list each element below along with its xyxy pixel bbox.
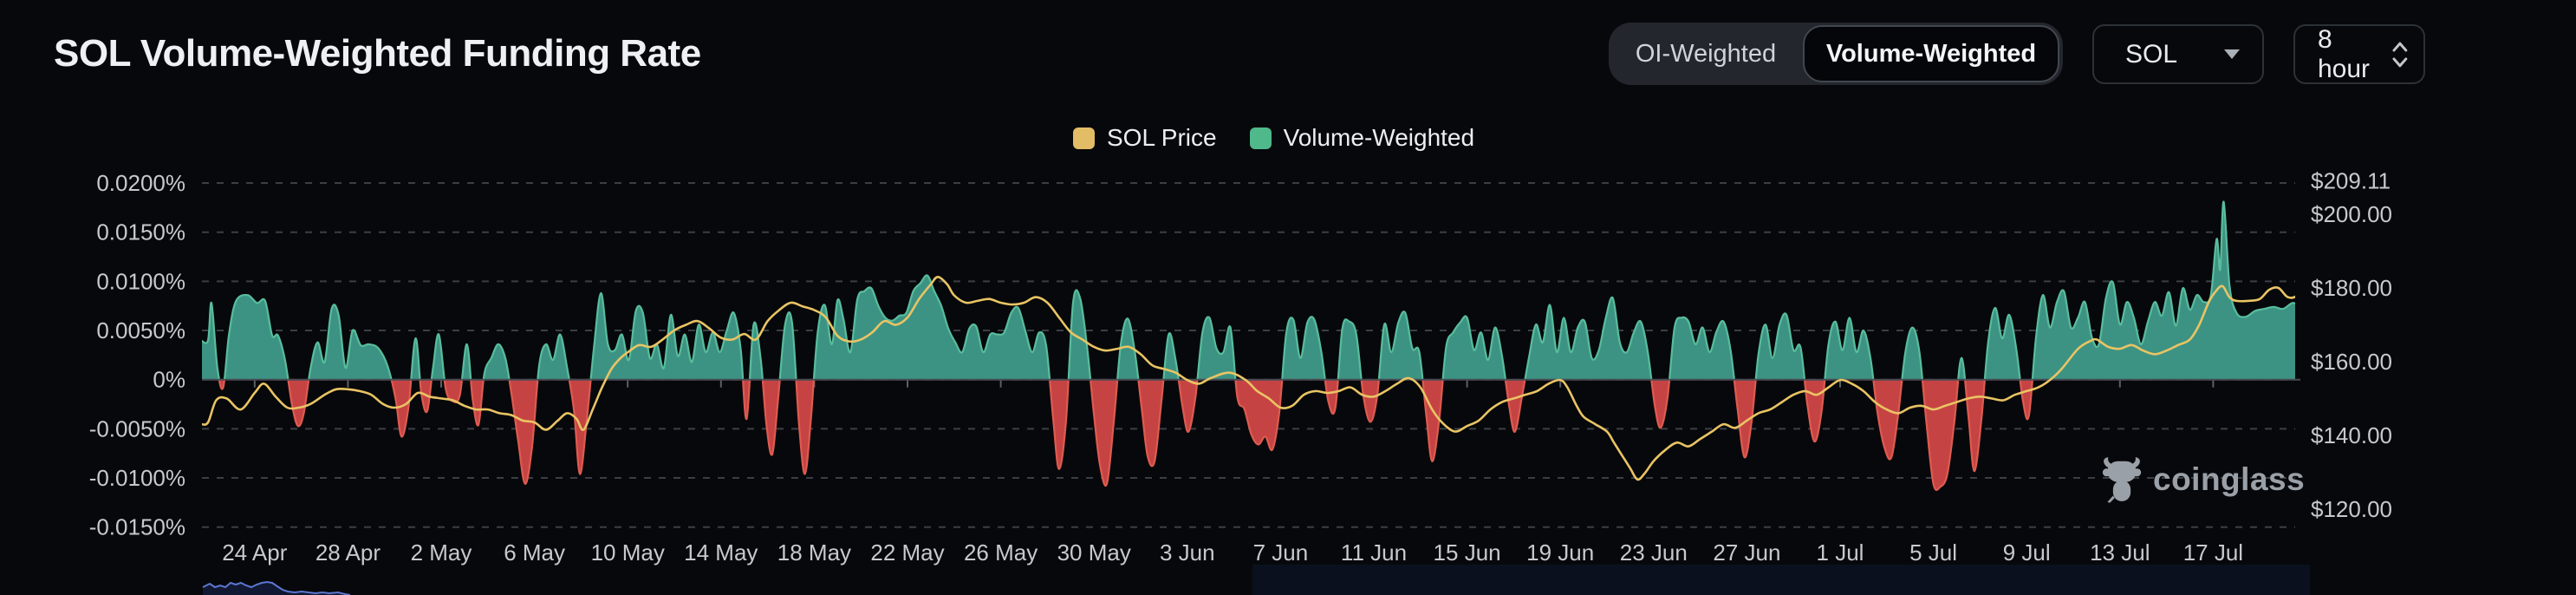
x-axis-tick-label: 11 Jun xyxy=(1341,539,1407,566)
chart-gridlines xyxy=(202,182,2295,528)
x-axis-tick-label: 27 Jun xyxy=(1713,539,1780,566)
y-axis-right-tick-label: $200.00 xyxy=(2311,201,2392,227)
coinglass-bull-icon xyxy=(2102,457,2142,503)
y-axis-left-tick-label: 0.0150% xyxy=(96,219,185,245)
x-axis-tick-label: 2 May xyxy=(411,539,472,566)
x-axis-tick-label: 28 Apr xyxy=(315,539,381,566)
x-axis-tick-label: 1 Jul xyxy=(1817,539,1864,566)
y-axis-left-tick-label: 0.0200% xyxy=(96,170,185,196)
y-axis-left-tick-label: 0% xyxy=(153,367,185,393)
x-axis-tick-label: 10 May xyxy=(591,539,665,566)
y-axis-right-tick-label: $140.00 xyxy=(2311,422,2392,448)
x-axis-tick-label: 7 Jun xyxy=(1253,539,1309,566)
coinglass-watermark-text: coinglass xyxy=(2153,461,2306,497)
x-axis-tick-label: 24 Apr xyxy=(222,539,288,566)
x-axis-tick-label: 13 Jul xyxy=(2090,539,2150,566)
y-axis-right-tick-label: $160.00 xyxy=(2311,349,2392,375)
y-axis-right-tick-label: $180.00 xyxy=(2311,275,2392,301)
y-axis-right-tick-label: $120.00 xyxy=(2311,496,2392,522)
x-axis-tick-label: 30 May xyxy=(1057,539,1131,566)
y-axis-left-tick-label: -0.0100% xyxy=(89,465,185,491)
y-axis-left-tick-label: 0.0050% xyxy=(96,317,185,343)
x-axis-tick-label: 23 Jun xyxy=(1620,539,1688,566)
x-axis-tick-label: 19 Jun xyxy=(1526,539,1594,566)
chart-series xyxy=(202,200,2300,491)
x-axis-tick-label: 17 Jul xyxy=(2183,539,2243,566)
x-axis-tick-label: 18 May xyxy=(777,539,851,566)
funding-rate-chart[interactable]: 0.0200% 0.0150% 0.0100% 0.0050% 0% -0.0050% -0… xyxy=(0,0,2576,595)
y-axis-left-tick-label: -0.0150% xyxy=(89,514,185,540)
x-axis-tick-label: 14 May xyxy=(684,539,758,566)
navigator-selection[interactable] xyxy=(1252,565,2310,595)
x-axis-tick-label: 26 May xyxy=(964,539,1038,566)
coinglass-watermark: coinglass xyxy=(2101,454,2305,505)
x-axis-tick-label: 3 Jun xyxy=(1160,539,1215,566)
y-axis-left-tick-label: 0.0100% xyxy=(96,268,185,294)
y-axis-left-tick-label: -0.0050% xyxy=(89,415,185,441)
x-axis-tick-label: 22 May xyxy=(870,539,944,566)
x-axis-tick-label: 9 Jul xyxy=(2003,539,2051,566)
x-axis-tick-label: 15 Jun xyxy=(1434,539,1501,566)
chart-navigator[interactable] xyxy=(202,565,2310,595)
y-axis-right-tick-label: $209.11 xyxy=(2311,167,2391,193)
x-axis-tick-label: 5 Jul xyxy=(1909,539,1957,566)
x-axis-tick-label: 6 May xyxy=(504,539,565,566)
